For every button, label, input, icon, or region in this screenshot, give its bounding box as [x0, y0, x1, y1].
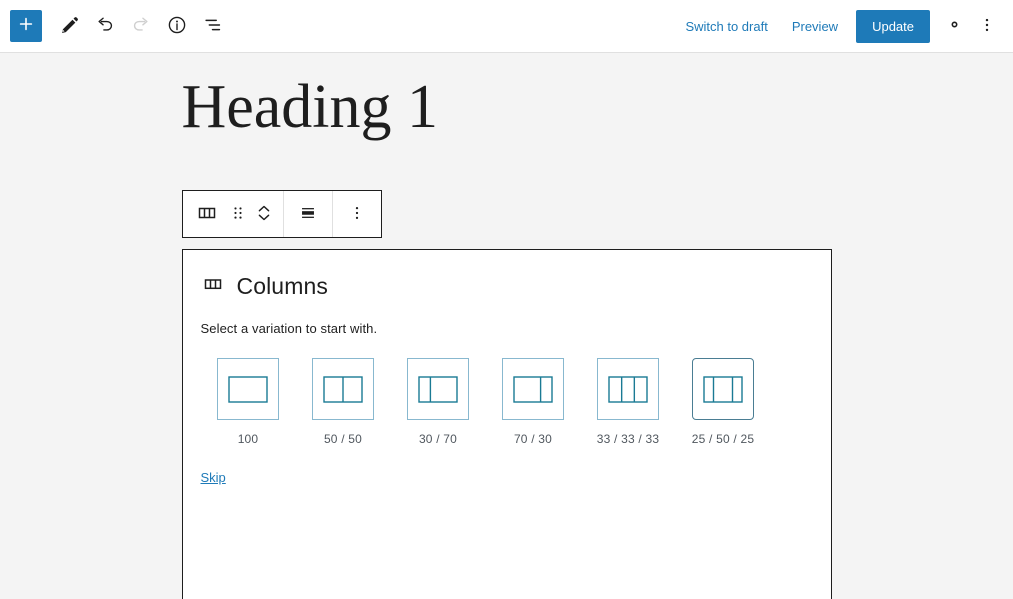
- block-type-columns-icon: [195, 201, 219, 228]
- columns-placeholder-card: Columns Select a variation to start with…: [181, 249, 832, 599]
- add-block-button[interactable]: [10, 10, 42, 42]
- variation-grid: 100 50 / 50 30 / 70 70 / 30 33 / 33 / 33 25 /…: [201, 358, 813, 466]
- vertical-align-button[interactable]: [290, 191, 326, 237]
- block-type-columns-button[interactable]: [189, 191, 225, 237]
- variation-option-100[interactable]: 100: [201, 358, 296, 446]
- variation-swatch: [217, 358, 279, 420]
- page-title-heading[interactable]: Heading 1: [182, 73, 832, 142]
- variation-swatch: [312, 358, 374, 420]
- variation-label: 25 / 50 / 25: [691, 432, 755, 446]
- tools-pencil-button[interactable]: [51, 8, 87, 44]
- list-view-icon: [202, 14, 224, 39]
- info-icon: [166, 14, 188, 39]
- plus-icon: [16, 14, 36, 39]
- variation-swatch: [407, 358, 469, 420]
- preview-button[interactable]: Preview: [780, 13, 850, 40]
- edit-pencil-icon: [59, 14, 80, 38]
- editor-canvas: Heading 1 Columns Select a variation to …: [0, 53, 1013, 599]
- vertical-align-icon: [297, 202, 319, 227]
- placeholder-header: Columns: [201, 272, 813, 301]
- drag-handle-button[interactable]: [225, 191, 251, 237]
- drag-handle-icon: [228, 203, 248, 226]
- placeholder-title: Columns: [236, 273, 328, 299]
- variation-label: 100: [237, 432, 259, 446]
- switch-to-draft-button[interactable]: Switch to draft: [673, 13, 779, 40]
- variation-label: 33 / 33 / 33: [596, 432, 660, 446]
- move-up-down-button[interactable]: [251, 191, 277, 237]
- variation-swatch: [692, 358, 754, 420]
- placeholder-instructions: Select a variation to start with.: [200, 321, 378, 336]
- details-info-button[interactable]: [159, 8, 195, 44]
- variation-swatch: [597, 358, 659, 420]
- undo-icon: [94, 14, 116, 39]
- move-up-down-icon: [253, 200, 275, 229]
- block-toolbar-group-align: [282, 191, 332, 237]
- block-toolbar-group-options: [331, 191, 381, 237]
- columns-icon: [201, 272, 225, 301]
- block-toolbar: [181, 190, 382, 238]
- header-right-actions: Switch to draft Preview Update: [673, 8, 1002, 44]
- redo-icon: [130, 14, 152, 39]
- variation-option-30-70[interactable]: 30 / 70: [391, 358, 486, 446]
- variation-label: 70 / 30: [513, 432, 553, 446]
- variation-label: 30 / 70: [418, 432, 458, 446]
- block-toolbar-group-primary: [183, 191, 283, 237]
- variation-option-25-50-25[interactable]: 25 / 50 / 25: [676, 358, 771, 446]
- variation-swatch: [502, 358, 564, 420]
- settings-button[interactable]: [936, 8, 972, 44]
- variation-option-33-33-33[interactable]: 33 / 33 / 33: [581, 358, 676, 446]
- more-options-button[interactable]: [972, 8, 1002, 44]
- variation-label: 50 / 50: [323, 432, 363, 446]
- redo-button[interactable]: [123, 8, 159, 44]
- skip-link[interactable]: Skip: [201, 470, 226, 485]
- variation-option-70-30[interactable]: 70 / 30: [486, 358, 581, 446]
- update-button[interactable]: Update: [856, 9, 930, 43]
- block-options-button[interactable]: [339, 191, 375, 237]
- list-view-button[interactable]: [195, 8, 231, 44]
- editor-header: Switch to draft Preview Update: [0, 0, 1013, 53]
- gear-icon: [944, 14, 965, 38]
- content-container: Heading 1 Columns Select a variation to …: [181, 53, 832, 599]
- vertical-ellipsis-icon: [977, 15, 997, 38]
- block-options-icon: [347, 203, 367, 226]
- header-left-tools: [10, 8, 231, 44]
- undo-button[interactable]: [87, 8, 123, 44]
- variation-option-50-50[interactable]: 50 / 50: [296, 358, 391, 446]
